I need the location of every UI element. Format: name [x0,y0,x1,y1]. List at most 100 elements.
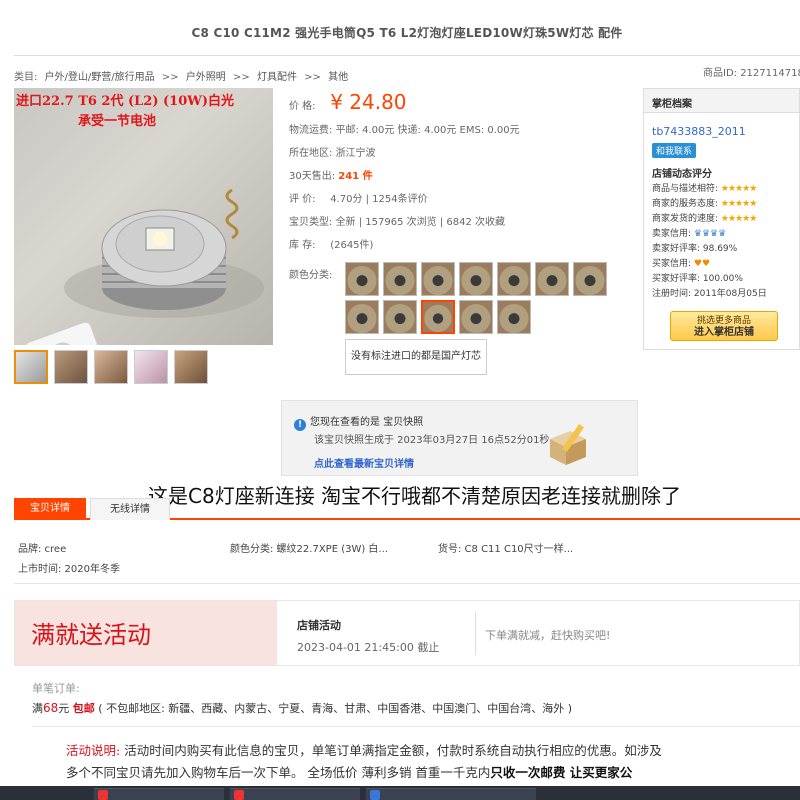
seller-name-link[interactable]: tb7433883_2011 [652,125,746,138]
color-swatch[interactable] [535,262,569,296]
rule-prefix: 满 [32,702,43,715]
promo-deadline: 2023-04-01 21:45:00 截止 [297,641,440,654]
color-swatch[interactable] [497,300,531,334]
attr-color: 颜色分类: 螺纹22.7XPE (3W) 白... [230,544,388,555]
rule-unit: 元 [58,702,70,715]
stats-value: 全新 | 157965 次浏览 | 6842 次收藏 [335,217,505,228]
enter-shop-button[interactable]: 挑选更多商品 进入掌柜店铺 [670,311,778,341]
breadcrumb-link-other[interactable]: 其他 [328,72,348,83]
rule-excluded-regions: ( 不包邮地区: 新疆、西藏、内蒙古、宁夏、青海、甘肃、中国香港、中国澳门、中国… [98,702,573,715]
detail-tabs: 宝贝详情 无线详情 [14,498,800,520]
info-icon: ! [294,419,306,431]
location-label: 所在地区: [289,148,333,159]
product-info-panel: 价 格: ¥ 24.80 物流运费: 平邮: 4.00元 快递: 4.00元 E… [281,86,638,394]
desc-key: 活动说明: [66,743,121,758]
attr-model: 货号: C8 C11 C10尺寸一样... [438,544,574,555]
thumbnail[interactable] [14,350,48,384]
enter-shop-subtitle: 挑选更多商品 [696,316,751,326]
package-pencil-icon [550,423,586,465]
breadcrumb-sep: >> [304,72,321,83]
sold-label: 30天售出: [289,171,336,182]
rating-row: 注册时间: 2011年08月05日 [652,289,767,299]
selected-variant-tooltip: 没有标注进口的都是国产灯芯 [345,339,487,375]
rating-row: 商品与描述相符: [652,184,719,194]
taskbar [0,786,800,800]
location-value: 浙江宁波 [335,148,376,159]
star-rating-icon: ★★★★★ [720,214,757,224]
price-value: ¥ 24.80 [330,90,407,114]
shop-rating-title: 店铺动态评分 [652,169,712,180]
snapshot-notice: ! 您现在查看的是 宝贝快照 该宝贝快照生成于 2023年03月27日 16点52… [281,400,638,476]
thumbnail[interactable] [134,350,168,384]
color-swatch[interactable] [497,262,531,296]
promo-cta-text: 下单满就减，赶快购买吧! [485,629,611,642]
attr-brand: 品牌: cree [18,544,67,555]
star-rating-icon: ★★★★★ [720,184,757,194]
tab-mobile-details[interactable]: 无线详情 [90,498,170,520]
breadcrumb: 类目: 户外/登山/野营/旅行用品 >> 户外照明 >> 灯具配件 >> 其他 [14,68,352,83]
attribute-list: 品牌: cree 颜色分类: 螺纹22.7XPE (3W) 白... 货号: C… [14,534,800,584]
desc-text: 活动时间内购买有此信息的宝贝，单笔订单满指定金额，付款时系统自动执行相应的优惠。… [124,743,662,758]
breadcrumb-sep: >> [161,72,179,83]
color-swatch-selected[interactable] [421,300,455,334]
color-swatch[interactable] [383,300,417,334]
stock-label: 库 存: [289,240,316,251]
image-caption-2: 承受一节电池 [78,114,157,129]
thumbnail[interactable] [54,350,88,384]
app-icon [234,790,244,800]
price-label: 价 格: [289,101,316,112]
rating-row: 商家的服务态度: [652,199,719,209]
shipping-value: 平邮: 4.00元 快递: 4.00元 EMS: 0.00元 [335,125,520,136]
rating-row: 买家信用: [652,259,692,269]
divider [32,726,800,727]
breadcrumb-link-parts[interactable]: 灯具配件 [257,72,297,83]
rule-amount: 68 [43,701,59,715]
thumbnail[interactable] [174,350,208,384]
crown-icon: ♛♛♛♛ [693,229,727,239]
promo-shop-activity: 店铺活动 [297,619,341,632]
promotion-banner: 满就送活动 店铺活动 2023-04-01 21:45:00 截止 下单满就减，… [14,600,800,666]
seller-header: 掌柜档案 [644,89,799,113]
rating-row: 卖家好评率: 98.69% [652,244,738,254]
contact-seller-button[interactable]: 和我联系 [652,143,697,158]
taskbar-window[interactable] [230,788,360,800]
latest-details-link[interactable]: 点此查看最新宝贝详情 [314,455,414,470]
snapshot-line2: 该宝贝快照生成于 2023年03月27日 16点52分01秒 [314,435,550,446]
tab-item-details[interactable]: 宝贝详情 [14,498,86,520]
promo-description-line2: 多个不同宝贝请先加入购物车后一次下单。 全场低价 薄利多销 首重一千克内只收一次… [66,762,632,781]
snapshot-line1: 您现在查看的是 宝贝快照 [310,417,424,428]
color-swatch[interactable] [345,262,379,296]
shipping-label: 物流运费: [289,125,333,136]
color-swatch[interactable] [459,300,493,334]
rating-value[interactable]: 4.70分 | 1254条评价 [330,194,427,205]
desc-bold-text: 只收一次邮费 让买更家公 [490,765,633,780]
stats-label: 宝贝类型: [289,217,333,228]
stock-value: (2645件) [330,240,374,251]
app-icon [370,790,380,800]
color-swatch[interactable] [573,262,607,296]
rating-label: 评 价: [289,194,316,205]
image-caption-1: 进口22.7 T6 2代 (L2) (10W)白光 [16,94,235,109]
product-main-image[interactable]: 进口22.7 T6 2代 (L2) (10W)白光 承受一节电池 [14,88,273,345]
taskbar-window[interactable] [94,788,224,800]
taskbar-window[interactable] [366,788,536,800]
attr-launch-date: 上市时间: 2020年冬季 [18,564,120,575]
color-swatch[interactable] [345,300,379,334]
breadcrumb-link-outdoor[interactable]: 户外/登山/野营/旅行用品 [45,72,155,83]
product-title: C8 C10 C11M2 强光手电筒Q5 T6 L2灯泡灯座LED10W灯珠5W… [191,26,623,40]
promo-title: 满就送活动 [31,621,151,649]
rating-row: 卖家信用: [652,229,692,239]
color-swatch[interactable] [383,262,417,296]
thumbnail[interactable] [94,350,128,384]
single-order-rule: 满68元 包邮 ( 不包邮地区: 新疆、西藏、内蒙古、宁夏、青海、甘肃、中国香港… [32,700,572,716]
app-icon [98,790,108,800]
enter-shop-label: 进入掌柜店铺 [694,327,754,338]
color-swatch[interactable] [421,262,455,296]
rating-row: 商家发货的速度: [652,214,719,224]
single-order-header: 单笔订单: [32,682,80,695]
color-swatch[interactable] [459,262,493,296]
breadcrumb-link-lighting[interactable]: 户外照明 [186,72,226,83]
breadcrumb-label: 类目: [14,72,38,83]
heart-icon: ♥♥ [693,259,711,269]
title-bar: C8 C10 C11M2 强光手电筒Q5 T6 L2灯泡灯座LED10W灯珠5W… [14,14,800,56]
